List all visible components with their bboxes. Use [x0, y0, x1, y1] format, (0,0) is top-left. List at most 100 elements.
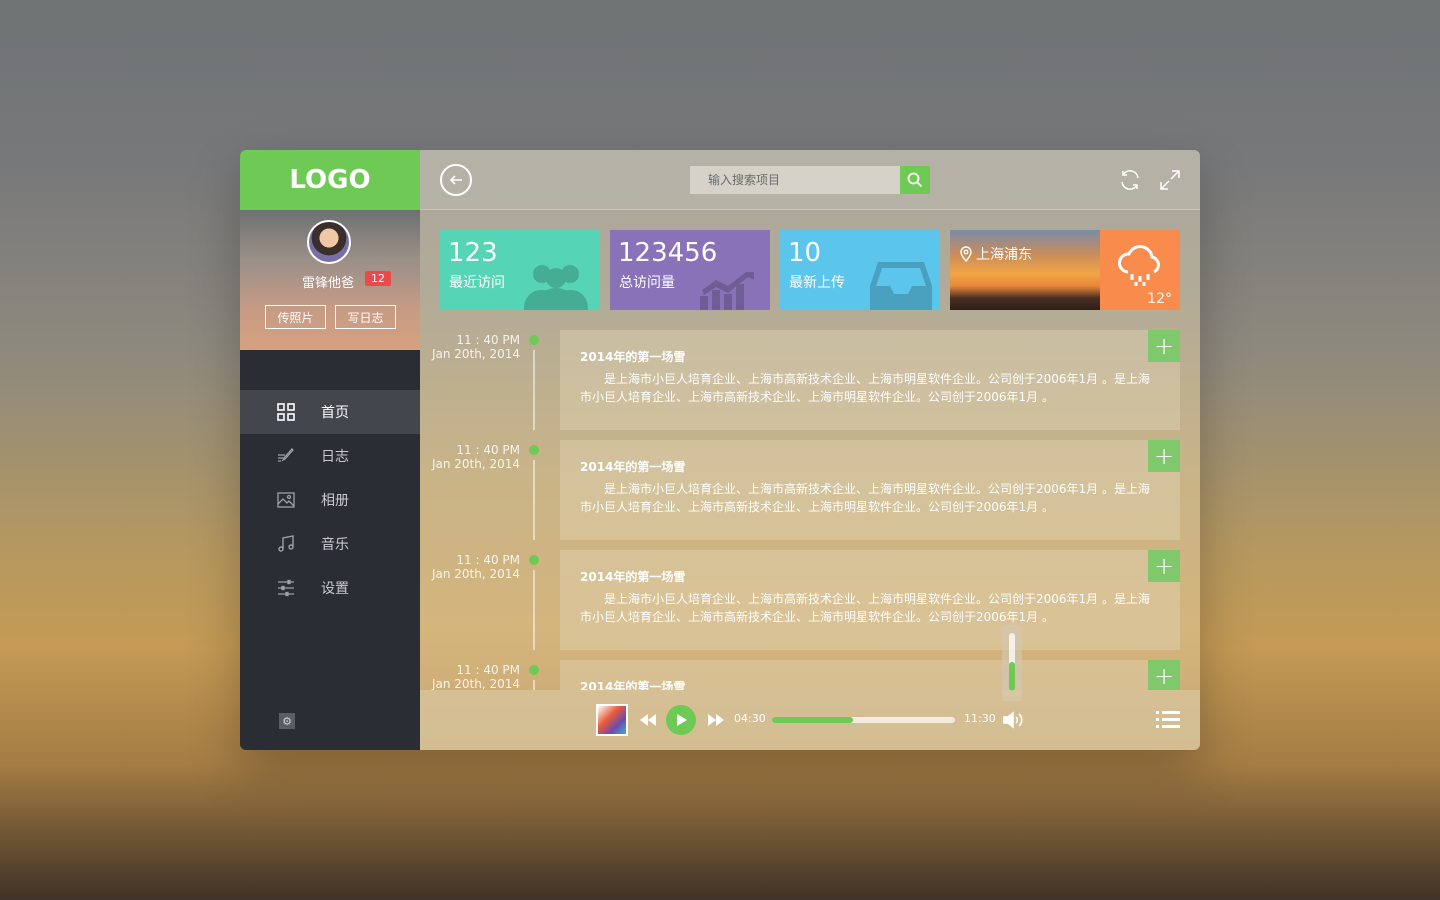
stat-value: 10	[788, 238, 822, 268]
logo: LOGO	[240, 150, 420, 210]
volume-button[interactable]	[1002, 710, 1024, 734]
inbox-icon	[870, 262, 932, 310]
timeline-line	[533, 460, 535, 540]
stat-value: 123456	[618, 238, 718, 268]
list-icon	[1156, 711, 1180, 728]
user-name: 雷锋他爸	[302, 276, 355, 291]
nav-item-log[interactable]: 日志	[240, 434, 420, 478]
upload-photo-button[interactable]: 传照片	[265, 305, 326, 329]
search-input[interactable]	[690, 166, 900, 194]
music-player: 04:30 11:30	[420, 690, 1200, 750]
refresh-icon[interactable]	[1118, 168, 1142, 196]
nav-label: 相册	[321, 493, 349, 509]
notification-badge[interactable]: 12	[365, 271, 391, 286]
post-body: 是上海市小巨人培育企业、上海市高新技术企业、上海市明星软件企业。公司创于2006…	[580, 482, 1150, 514]
entry-time: 11 : 40 PM	[456, 663, 520, 677]
app-window: LOGO 雷锋他爸 12 传照片 写日志 首页 日志 相册 音乐 设置 ⚙ 输入…	[240, 150, 1200, 750]
progress-bar[interactable]	[772, 717, 955, 723]
timeline-entry: 11 : 40 PM Jan 20th, 2014 2014年的第一场雪 +	[420, 660, 1200, 690]
post-card[interactable]: 2014年的第一场雪 是上海市小巨人培育企业、上海市高新技术企业、上海市明星软件…	[560, 550, 1180, 650]
image-icon	[276, 490, 296, 510]
arrow-left-icon	[449, 175, 462, 185]
search-button[interactable]	[900, 166, 930, 194]
playlist-button[interactable]	[1156, 710, 1180, 734]
timeline-entry: 11 : 40 PM Jan 20th, 2014 2014年的第一场雪 是上海…	[420, 440, 1200, 540]
timeline-dot	[529, 665, 539, 675]
write-log-button[interactable]: 写日志	[335, 305, 396, 329]
stat-latest-uploads[interactable]: 10 最新上传	[780, 230, 940, 310]
nav-label: 设置	[321, 581, 349, 597]
play-button[interactable]	[666, 705, 696, 735]
top-bar	[420, 150, 1200, 210]
stat-total-visits[interactable]: 123456 总访问量	[610, 230, 770, 310]
timeline-dot	[529, 335, 539, 345]
nav-label: 音乐	[321, 537, 349, 553]
weather-location: 上海浦东	[960, 244, 1032, 264]
grid-icon	[276, 402, 296, 422]
post-title: 2014年的第一场雪	[580, 570, 686, 584]
nav-label: 日志	[321, 449, 349, 465]
timeline-line	[533, 350, 535, 430]
timeline-line	[533, 570, 535, 650]
entry-time: 11 : 40 PM	[456, 443, 520, 457]
post-card[interactable]: 2014年的第一场雪 是上海市小巨人培育企业、上海市高新技术企业、上海市明星软件…	[560, 440, 1180, 540]
post-body: 是上海市小巨人培育企业、上海市高新技术企业、上海市明星软件企业。公司创于2006…	[580, 592, 1150, 624]
current-time: 04:30	[734, 712, 766, 725]
entry-date: Jan 20th, 2014	[431, 677, 520, 690]
users-icon	[524, 265, 588, 310]
entry-time: 11 : 40 PM	[456, 553, 520, 567]
nav-item-music[interactable]: 音乐	[240, 522, 420, 566]
music-icon	[276, 534, 296, 554]
add-button[interactable]: +	[1148, 440, 1180, 472]
nav-label: 首页	[321, 405, 349, 421]
timeline-line	[533, 680, 535, 690]
timeline-entry: 11 : 40 PM Jan 20th, 2014 2014年的第一场雪 是上海…	[420, 550, 1200, 650]
rain-cloud-icon	[1118, 245, 1160, 286]
post-body: 是上海市小巨人培育企业、上海市高新技术企业、上海市明星软件企业。公司创于2006…	[580, 372, 1150, 404]
weather-temperature: 12°	[1147, 291, 1172, 307]
progress-fill	[772, 717, 853, 723]
stat-label: 总访问量	[619, 275, 675, 291]
nav-item-home[interactable]: 首页	[240, 390, 420, 434]
sidebar-nav: 首页 日志 相册 音乐 设置	[240, 390, 420, 610]
post-title: 2014年的第一场雪	[580, 350, 686, 364]
nav-item-settings[interactable]: 设置	[240, 566, 420, 610]
gear-icon[interactable]: ⚙	[279, 713, 295, 729]
city-photo	[950, 230, 1100, 310]
post-card[interactable]: 2014年的第一场雪 是上海市小巨人培育企业、上海市高新技术企业、上海市明星软件…	[560, 330, 1180, 430]
stat-value: 123	[448, 238, 498, 268]
add-button[interactable]: +	[1148, 330, 1180, 362]
add-button[interactable]: +	[1148, 660, 1180, 690]
stat-recent-visits[interactable]: 123 最近访问	[440, 230, 600, 310]
post-title: 2014年的第一场雪	[580, 460, 686, 474]
stat-label: 最新上传	[789, 275, 845, 291]
location-name: 上海浦东	[976, 247, 1032, 263]
rewind-icon	[640, 714, 656, 726]
previous-button[interactable]	[638, 710, 658, 734]
back-button[interactable]	[440, 164, 472, 196]
trend-chart-icon	[700, 272, 754, 310]
weather-widget[interactable]: 上海浦东 12°	[950, 230, 1180, 310]
volume-slider[interactable]	[1009, 633, 1015, 691]
total-time: 11:30	[964, 712, 996, 725]
post-card[interactable]: 2014年的第一场雪 +	[560, 660, 1180, 690]
entry-date: Jan 20th, 2014	[431, 457, 520, 471]
timeline-dot	[529, 555, 539, 565]
weather-panel: 12°	[1100, 230, 1180, 310]
pen-icon	[276, 446, 296, 466]
post-title: 2014年的第一场雪	[580, 680, 686, 690]
fullscreen-icon[interactable]	[1158, 168, 1182, 196]
stats-tiles: 123 最近访问 123456 总访问量 10 最新上传 上海浦东 12°	[440, 230, 1180, 310]
timeline: 11 : 40 PM Jan 20th, 2014 2014年的第一场雪 是上海…	[420, 325, 1200, 690]
add-button[interactable]: +	[1148, 550, 1180, 582]
stat-label: 最近访问	[449, 275, 505, 291]
volume-icon	[1003, 711, 1023, 729]
avatar[interactable]	[307, 220, 351, 264]
search-icon	[907, 172, 923, 188]
fast-forward-icon	[708, 714, 724, 726]
next-button[interactable]	[706, 710, 726, 734]
album-cover[interactable]	[596, 704, 628, 736]
nav-item-album[interactable]: 相册	[240, 478, 420, 522]
timeline-entry: 11 : 40 PM Jan 20th, 2014 2014年的第一场雪 是上海…	[420, 330, 1200, 430]
play-icon	[677, 714, 687, 726]
